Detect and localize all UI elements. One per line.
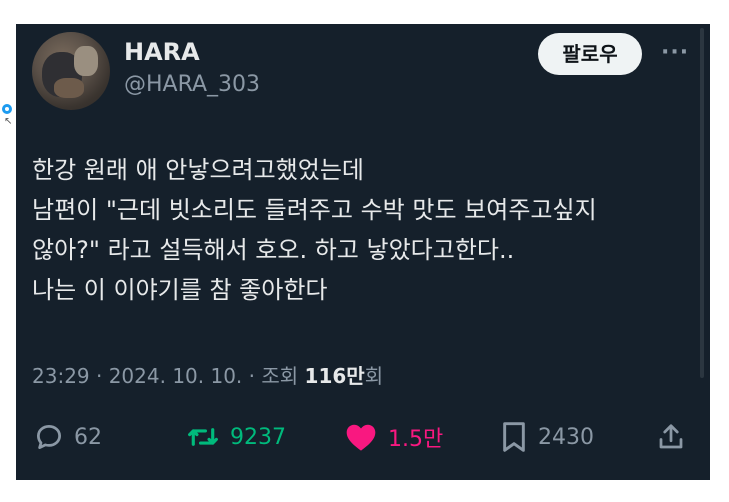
bookmark-count: 2430 <box>538 424 594 450</box>
reply-icon <box>34 422 64 452</box>
post-text-line: 나는 이 이야기를 참 좋아한다 <box>32 276 328 304</box>
more-icon[interactable]: ··· <box>661 40 691 65</box>
repost-icon <box>186 422 220 452</box>
post-text-line: 남편이 "근데 빗소리도 들려주고 수박 맛도 보여주고싶지 <box>32 196 597 224</box>
reply-button[interactable]: 62 <box>34 417 102 457</box>
page-edge-artifact: ↖ <box>0 104 16 128</box>
heart-icon <box>344 422 378 452</box>
post-text-line: 않아?" 라고 설득해서 호오. 하고 낳았다고한다.. <box>32 236 515 264</box>
view-count: 116만 <box>304 364 365 388</box>
repost-button[interactable]: 9237 <box>186 417 286 457</box>
avatar[interactable] <box>32 32 110 110</box>
reply-count: 62 <box>74 424 102 450</box>
repost-count: 9237 <box>230 424 286 450</box>
user-handle[interactable]: @HARA_303 <box>124 72 260 97</box>
like-button[interactable]: 1.5만 <box>344 417 443 457</box>
post-text: 한강 원래 애 안낳으려고했었는데 남편이 "근데 빗소리도 들려주고 수박 맛… <box>32 150 692 310</box>
scrollbar[interactable] <box>700 28 704 378</box>
bookmark-button[interactable]: 2430 <box>500 417 594 457</box>
post-card: HARA @HARA_303 팔로우 ··· 한강 원래 애 안낳으려고했었는데… <box>16 24 710 480</box>
display-name[interactable]: HARA <box>124 38 200 66</box>
like-count: 1.5만 <box>388 427 444 452</box>
post-timestamp[interactable]: 23:29 · 2024. 10. 10. · 조회 <box>32 364 305 388</box>
circle-icon <box>2 104 12 114</box>
bookmark-icon <box>500 421 528 453</box>
share-icon <box>656 422 686 452</box>
post-meta: 23:29 · 2024. 10. 10. · 조회 116만회 <box>32 360 383 389</box>
view-suffix: 회 <box>364 364 384 388</box>
cursor-icon: ↖ <box>4 116 13 127</box>
action-bar: 62 9237 1.5만 2430 <box>16 417 710 457</box>
post-text-line: 한강 원래 애 안낳으려고했었는데 <box>32 156 365 184</box>
share-button[interactable] <box>656 417 686 457</box>
follow-button[interactable]: 팔로우 <box>538 33 642 75</box>
